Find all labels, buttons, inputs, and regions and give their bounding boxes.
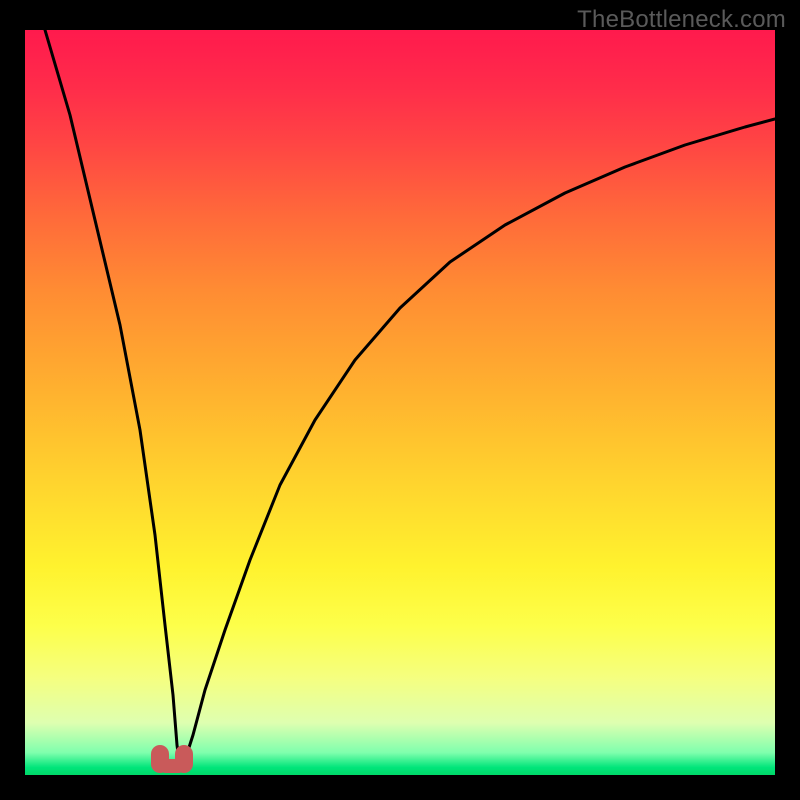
- min-indicator: [151, 743, 193, 773]
- chart-frame: TheBottleneck.com: [0, 0, 800, 800]
- bottleneck-curve: [25, 30, 775, 775]
- curve-path: [45, 30, 775, 768]
- min-indicator-bridge: [160, 759, 184, 773]
- plot-area: [25, 30, 775, 775]
- watermark-text: TheBottleneck.com: [577, 6, 786, 34]
